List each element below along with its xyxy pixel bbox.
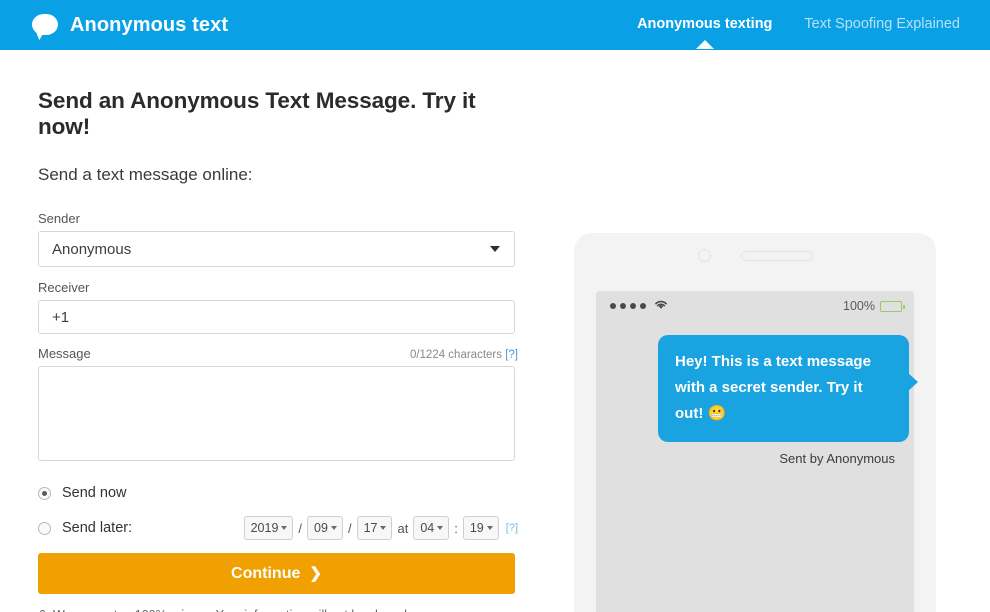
signal-strength-indicator [610, 297, 669, 315]
send-now-radio[interactable] [38, 486, 51, 500]
send-later-label: Send later: [62, 520, 133, 536]
continue-button-label: Continue [231, 564, 301, 582]
message-label: Message [38, 346, 91, 361]
brand-title: Anonymous text [70, 13, 229, 36]
signal-dot [640, 303, 646, 309]
privacy-guarantee-text: We guarantee 100% privacy. Your informat… [53, 608, 410, 612]
schedule-year-value: 2019 [250, 521, 279, 535]
date-separator: / [298, 520, 303, 536]
schedule-help-link[interactable]: [?] [506, 522, 518, 534]
message-label-row: Message 0/1224 characters [?] [38, 346, 518, 361]
continue-button[interactable]: Continue ❯ [38, 553, 515, 594]
signal-dot [610, 303, 616, 309]
sender-label: Sender [38, 211, 80, 226]
nav-item-anonymous-texting[interactable]: Anonymous texting [637, 16, 773, 49]
main-nav: Anonymous texting Text Spoofing Explaine… [637, 16, 960, 49]
chevron-down-icon [490, 246, 500, 252]
date-separator: / [347, 520, 352, 536]
phone-speaker-icon [740, 250, 813, 261]
form-column: Send an Anonymous Text Message. Try it n… [38, 88, 518, 612]
chevron-down-icon [330, 526, 337, 530]
receiver-label: Receiver [38, 280, 90, 295]
page-body: Send an Anonymous Text Message. Try it n… [0, 50, 990, 612]
send-later-row[interactable]: Send later: 2019 / 09 / 17 at 04: 19 [?… [38, 516, 518, 540]
chevron-down-icon [437, 526, 444, 530]
schedule-datetime-group: 2019 / 09 / 17 at 04 : 19 [?] [243, 516, 518, 540]
chevron-down-icon [281, 526, 288, 530]
receiver-input-value: +1 [52, 308, 70, 326]
phone-preview: 100% Hey! This is a text message with a … [574, 233, 936, 612]
time-separator: : [454, 520, 458, 536]
message-bubble: Hey! This is a text message with a secre… [658, 335, 918, 442]
site-header: Anonymous text Anonymous texting Text Sp… [0, 0, 990, 50]
sender-select-value: Anonymous [52, 240, 132, 258]
schedule-hour-value: 04 [420, 521, 435, 535]
phone-status-bar: 100% [596, 291, 914, 321]
battery-indicator: 100% [843, 299, 905, 313]
active-nav-caret-icon [695, 40, 714, 49]
nav-item-label: Anonymous texting [637, 16, 773, 32]
phone-camera-icon [697, 249, 711, 262]
battery-full-icon [880, 300, 905, 312]
brand-logo[interactable]: Anonymous text [32, 13, 229, 41]
character-counter-text: 0/1224 characters [409, 349, 502, 361]
message-help-link[interactable]: [?] [505, 349, 518, 361]
schedule-hour-select[interactable]: 04 [413, 516, 450, 540]
schedule-minute-select[interactable]: 19 [462, 516, 499, 540]
message-thread: Hey! This is a text message with a secre… [596, 321, 918, 466]
sent-by-label: Sent by Anonymous [779, 451, 895, 466]
privacy-guarantee: We guarantee 100% privacy. Your informat… [38, 608, 518, 612]
receiver-input[interactable]: +1 [38, 300, 515, 334]
battery-percent-label: 100% [843, 299, 875, 313]
schedule-month-select[interactable]: 09 [307, 516, 343, 540]
schedule-day-value: 17 [363, 521, 378, 535]
signal-dot [620, 303, 626, 309]
chevron-down-icon [380, 526, 387, 530]
phone-top-bezel [574, 233, 936, 278]
chevron-down-icon [486, 526, 493, 530]
chevron-right-icon: ❯ [309, 565, 322, 582]
at-label: at [397, 520, 409, 536]
page-title: Send an Anonymous Text Message. Try it n… [38, 88, 476, 139]
send-now-label: Send now [62, 485, 127, 501]
wifi-icon [653, 297, 669, 315]
nav-item-label: Text Spoofing Explained [804, 16, 960, 32]
signal-dot [630, 303, 636, 309]
send-now-row[interactable]: Send now [38, 483, 518, 503]
page-subtitle: Send a text message online: [38, 165, 253, 184]
schedule-year-select[interactable]: 2019 [243, 516, 294, 540]
phone-screen: 100% Hey! This is a text message with a … [596, 291, 918, 612]
send-later-radio[interactable] [38, 521, 51, 535]
schedule-minute-value: 19 [469, 521, 484, 535]
nav-item-text-spoofing-explained[interactable]: Text Spoofing Explained [804, 16, 960, 34]
schedule-day-select[interactable]: 17 [356, 516, 393, 540]
message-textarea[interactable] [38, 366, 515, 461]
character-counter: 0/1224 characters [?] [410, 349, 518, 361]
sender-select[interactable]: Anonymous [38, 231, 515, 267]
speech-bubble-icon [32, 14, 58, 41]
schedule-month-value: 09 [314, 521, 328, 535]
